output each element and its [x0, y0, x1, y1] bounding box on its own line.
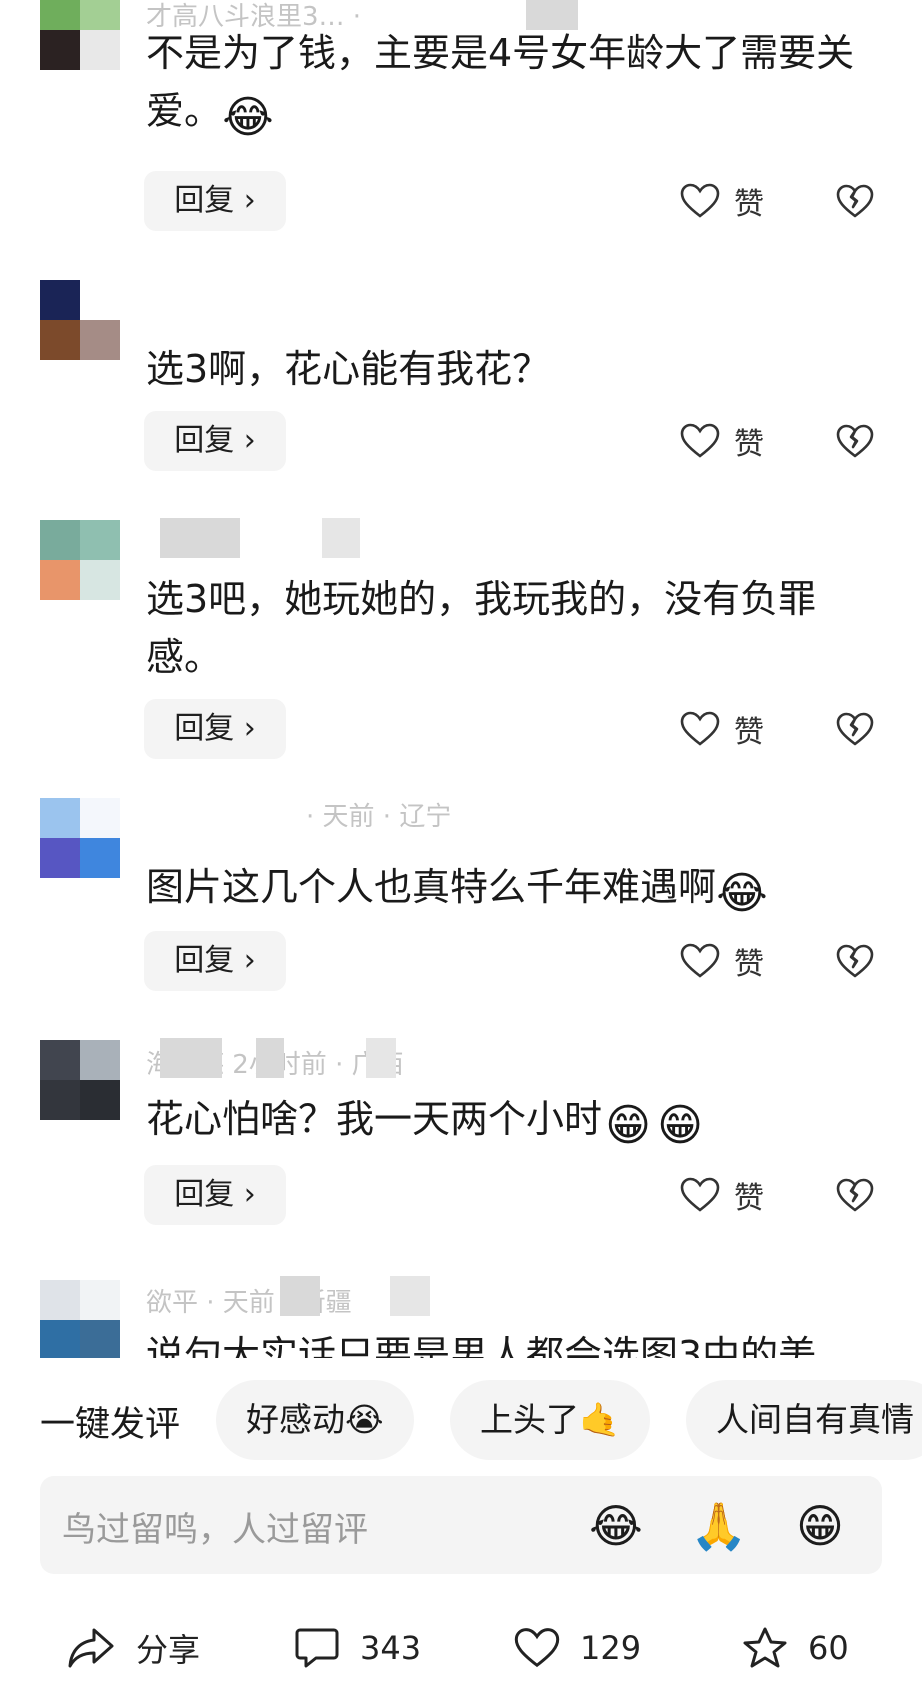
- comment-item: 才高八斗浪里3… · 不是为了钱，主要是4号女年龄大了需要关爱。😂 回复 › 赞: [0, 0, 922, 250]
- comment-text: 不是为了钱，主要是4号女年龄大了需要关爱。😂: [146, 24, 886, 144]
- bottom-action-bar: 分享 343 129 60: [0, 1608, 922, 1688]
- call-me-hand-emoji: 🤙: [579, 1400, 621, 1439]
- comment-body: 说句大实话只要是男人都会选图3中的美: [146, 1333, 817, 1358]
- chip-text: 人间自有真情: [716, 1400, 914, 1439]
- broken-heart-icon[interactable]: [835, 941, 875, 981]
- comment-item: 欲平 · 天前 · 新疆 说句大实话只要是男人都会选图3中的美: [0, 1270, 922, 1358]
- comment-text: 花心怕啥？我一天两个小时😁 😁: [146, 1090, 886, 1152]
- reply-button[interactable]: 回复 ›: [144, 171, 286, 231]
- meta-text: 欲平 · 天前 · 新疆: [146, 1288, 352, 1318]
- meta-text: · 天前 · 辽宁: [306, 802, 452, 832]
- comment-text: 图片这几个人也真特么千年难遇啊😂: [146, 858, 886, 920]
- comment-bubble-icon: [295, 1628, 339, 1668]
- like-button[interactable]: 赞: [680, 699, 764, 759]
- chip-text: 好感动: [246, 1400, 345, 1439]
- like-button[interactable]: 赞: [680, 931, 764, 991]
- comment-input-placeholder: 鸟过留鸣，人过留评: [62, 1510, 368, 1550]
- like-label: 赞: [734, 187, 764, 222]
- quick-comment-bar: 一键发评 好感动😭 上头了🤙 人间自有真情: [0, 1378, 922, 1462]
- like-count: 129: [580, 1629, 642, 1667]
- comment-text: 选3吧，她玩她的，我玩我的，没有负罪感。: [146, 570, 886, 686]
- grin-emoji: 😁: [605, 1100, 651, 1151]
- broken-heart-icon[interactable]: [835, 421, 875, 461]
- broken-heart-icon[interactable]: [835, 1175, 875, 1215]
- reply-button[interactable]: 回复 ›: [144, 699, 286, 759]
- heart-icon: [680, 711, 720, 746]
- reply-button[interactable]: 回复 ›: [144, 411, 286, 471]
- heart-icon: [680, 183, 720, 218]
- avatar[interactable]: [40, 280, 120, 360]
- like-button[interactable]: 赞: [680, 1165, 764, 1225]
- share-label: 分享: [136, 1631, 201, 1669]
- broken-heart-icon[interactable]: [835, 709, 875, 749]
- comment-text: 选3啊，花心能有我花？: [146, 340, 886, 398]
- heart-icon: [680, 423, 720, 458]
- like-label: 赞: [734, 427, 764, 462]
- like-label: 赞: [734, 1181, 764, 1216]
- crying-emoji: 😭: [345, 1400, 384, 1439]
- laugh-cry-emoji-button[interactable]: 😂: [588, 1498, 644, 1554]
- avatar[interactable]: [40, 0, 120, 70]
- comment-item: 选3吧，她玩她的，我玩我的，没有负罪感。 回复 › 赞: [0, 500, 922, 770]
- comment-body: 选3吧，她玩她的，我玩我的，没有负罪感。: [146, 577, 817, 679]
- quick-chip-hooked[interactable]: 上头了🤙: [450, 1380, 651, 1460]
- comment-count-button[interactable]: 343: [294, 1618, 421, 1678]
- laugh-cry-emoji: 😂: [222, 92, 274, 143]
- comment-count: 343: [360, 1629, 422, 1667]
- reply-button[interactable]: 回复 ›: [144, 931, 286, 991]
- like-button[interactable]: 赞: [680, 171, 764, 231]
- comment-item: 选3啊，花心能有我花？ 回复 › 赞: [0, 250, 922, 480]
- comment-body: 选3啊，花心能有我花？: [146, 347, 551, 391]
- like-count-button[interactable]: 129: [514, 1618, 641, 1678]
- broken-heart-icon[interactable]: [835, 181, 875, 221]
- comment-item: · 天前 · 辽宁 图片这几个人也真特么千年难遇啊😂 回复 › 赞: [0, 790, 922, 1010]
- favorite-count: 60: [808, 1629, 849, 1667]
- like-button[interactable]: 赞: [680, 411, 764, 471]
- grin-emoji: 😁: [657, 1100, 703, 1151]
- favorite-count-button[interactable]: 60: [742, 1618, 849, 1678]
- laugh-cry-emoji: 😂: [716, 868, 768, 919]
- quick-chip-true-love[interactable]: 人间自有真情: [686, 1380, 922, 1460]
- chip-text: 上头了: [480, 1400, 579, 1439]
- like-label: 赞: [734, 947, 764, 982]
- share-icon: [68, 1628, 114, 1668]
- comment-input[interactable]: 鸟过留鸣，人过留评 😂 🙏 😁: [40, 1476, 882, 1574]
- pray-emoji-button[interactable]: 🙏: [690, 1498, 747, 1554]
- heart-icon: [514, 1628, 560, 1668]
- heart-icon: [680, 943, 720, 978]
- like-label: 赞: [734, 715, 764, 750]
- comment-text: 说句大实话只要是男人都会选图3中的美: [146, 1326, 886, 1358]
- comment-body: 花心怕啥？我一天两个小时: [146, 1097, 603, 1141]
- grin-emoji-button[interactable]: 😁: [792, 1498, 848, 1554]
- quick-comment-label: 一键发评: [40, 1405, 181, 1445]
- comment-item: 海得德 2小时前 · 广西 花心怕啥？我一天两个小时😁😁 回复 › 赞: [0, 1030, 922, 1250]
- comment-body: 图片这几个人也真特么千年难遇啊: [146, 865, 717, 909]
- star-icon: [743, 1627, 787, 1668]
- reply-button[interactable]: 回复 ›: [144, 1165, 286, 1225]
- share-button[interactable]: 分享: [66, 1618, 200, 1678]
- avatar[interactable]: [40, 1280, 120, 1358]
- avatar[interactable]: [40, 520, 120, 600]
- quick-chip-moved[interactable]: 好感动😭: [216, 1380, 414, 1460]
- heart-icon: [680, 1177, 720, 1212]
- avatar[interactable]: [40, 1040, 120, 1120]
- avatar[interactable]: [40, 798, 120, 878]
